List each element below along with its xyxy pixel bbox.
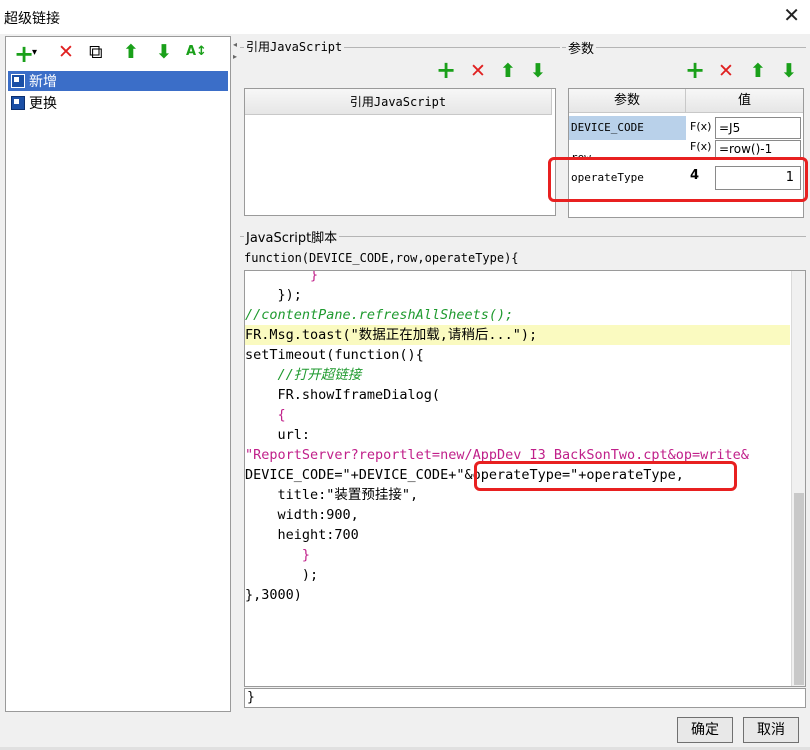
splitter-left-arrow-icon[interactable]: ◂ <box>233 40 237 49</box>
ref-js-delete-icon[interactable]: ✕ <box>470 62 486 81</box>
function-signature: function(DEVICE_CODE,row,operateType){ <box>244 251 519 265</box>
code-line: { <box>245 407 286 423</box>
tree-item-add[interactable]: 新增 <box>8 71 228 91</box>
hyperlink-icon <box>11 74 25 88</box>
add-dropdown-icon[interactable]: ▾ <box>32 48 37 58</box>
tree-item-replace[interactable]: 更换 <box>8 93 228 113</box>
code-line: url: <box>245 427 311 443</box>
copy-icon[interactable]: ⧉ <box>89 43 103 62</box>
code-line: },3000) <box>245 587 302 603</box>
param-name-cell[interactable]: DEVICE_CODE <box>569 116 686 140</box>
editor-scrollbar[interactable] <box>791 271 805 686</box>
code-line: //打开超链接 <box>245 367 362 383</box>
param-add-icon[interactable]: + <box>685 58 705 82</box>
hyperlink-list-panel: + ▾ ✕ ⧉ ⬆ ⬇ A↕ 新增 更换 <box>5 36 231 712</box>
param-row[interactable]: DEVICE_CODE F(x) =J5 <box>569 116 803 140</box>
tree-item-label: 新增 <box>29 74 57 90</box>
code-line: width:900, <box>245 507 359 523</box>
highlight-box-param <box>548 157 808 202</box>
sort-icon[interactable]: A↕ <box>186 45 207 58</box>
params-group-label: 参数 <box>566 38 597 57</box>
ok-button[interactable]: 确定 <box>677 717 733 743</box>
highlight-box-code <box>474 461 737 491</box>
code-line: ); <box>245 567 319 583</box>
formula-type-button[interactable]: F(x) <box>690 140 711 153</box>
close-icon[interactable]: ✕ <box>783 3 800 27</box>
hyperlink-icon <box>11 96 25 110</box>
param-delete-icon[interactable]: ✕ <box>718 62 734 81</box>
window-title: 超级链接 <box>4 11 60 27</box>
title-bar: 超级链接 ✕ <box>0 0 810 34</box>
code-line: } <box>245 270 319 283</box>
ref-js-group-label: 引用JavaScript <box>244 38 345 55</box>
params-group-border <box>562 47 806 48</box>
move-down-icon[interactable]: ⬇ <box>156 43 172 62</box>
function-closing: } <box>244 688 806 708</box>
formula-type-button[interactable]: F(x) <box>690 120 711 133</box>
code-line: setTimeout(function(){ <box>245 347 424 363</box>
cancel-button[interactable]: 取消 <box>743 717 799 743</box>
code-line: }); <box>245 287 302 303</box>
delete-icon[interactable]: ✕ <box>58 43 74 62</box>
ref-js-down-icon[interactable]: ⬇ <box>530 62 546 81</box>
splitter-right-arrow-icon[interactable]: ▸ <box>233 52 237 61</box>
scrollbar-thumb[interactable] <box>794 493 804 685</box>
tree-item-label: 更换 <box>29 96 57 112</box>
code-line: } <box>245 547 311 563</box>
left-toolbar: + ▾ ✕ ⧉ ⬆ ⬇ A↕ <box>6 37 230 69</box>
ref-js-up-icon[interactable]: ⬆ <box>500 62 516 81</box>
script-group-label: JavaScript脚本 <box>244 227 340 246</box>
ref-js-add-icon[interactable]: + <box>436 58 456 82</box>
code-line-highlighted: FR.Msg.toast("数据正在加载,请稍后..."); <box>245 325 790 345</box>
code-line: FR.showIframeDialog( <box>245 387 441 403</box>
param-up-icon[interactable]: ⬆ <box>750 62 766 81</box>
ref-js-table[interactable]: 引用JavaScript <box>244 88 556 216</box>
code-line: //contentPane.refreshAllSheets(); <box>245 307 514 323</box>
code-line: height:700 <box>245 527 359 543</box>
ref-js-column-header[interactable]: 引用JavaScript <box>245 89 552 115</box>
params-header-row: 参数 值 <box>569 89 803 113</box>
param-down-icon[interactable]: ⬇ <box>781 62 797 81</box>
param-name-header[interactable]: 参数 <box>569 89 686 112</box>
param-value-header[interactable]: 值 <box>686 89 803 112</box>
move-up-icon[interactable]: ⬆ <box>123 43 139 62</box>
param-value-field[interactable]: =J5 <box>715 117 801 139</box>
